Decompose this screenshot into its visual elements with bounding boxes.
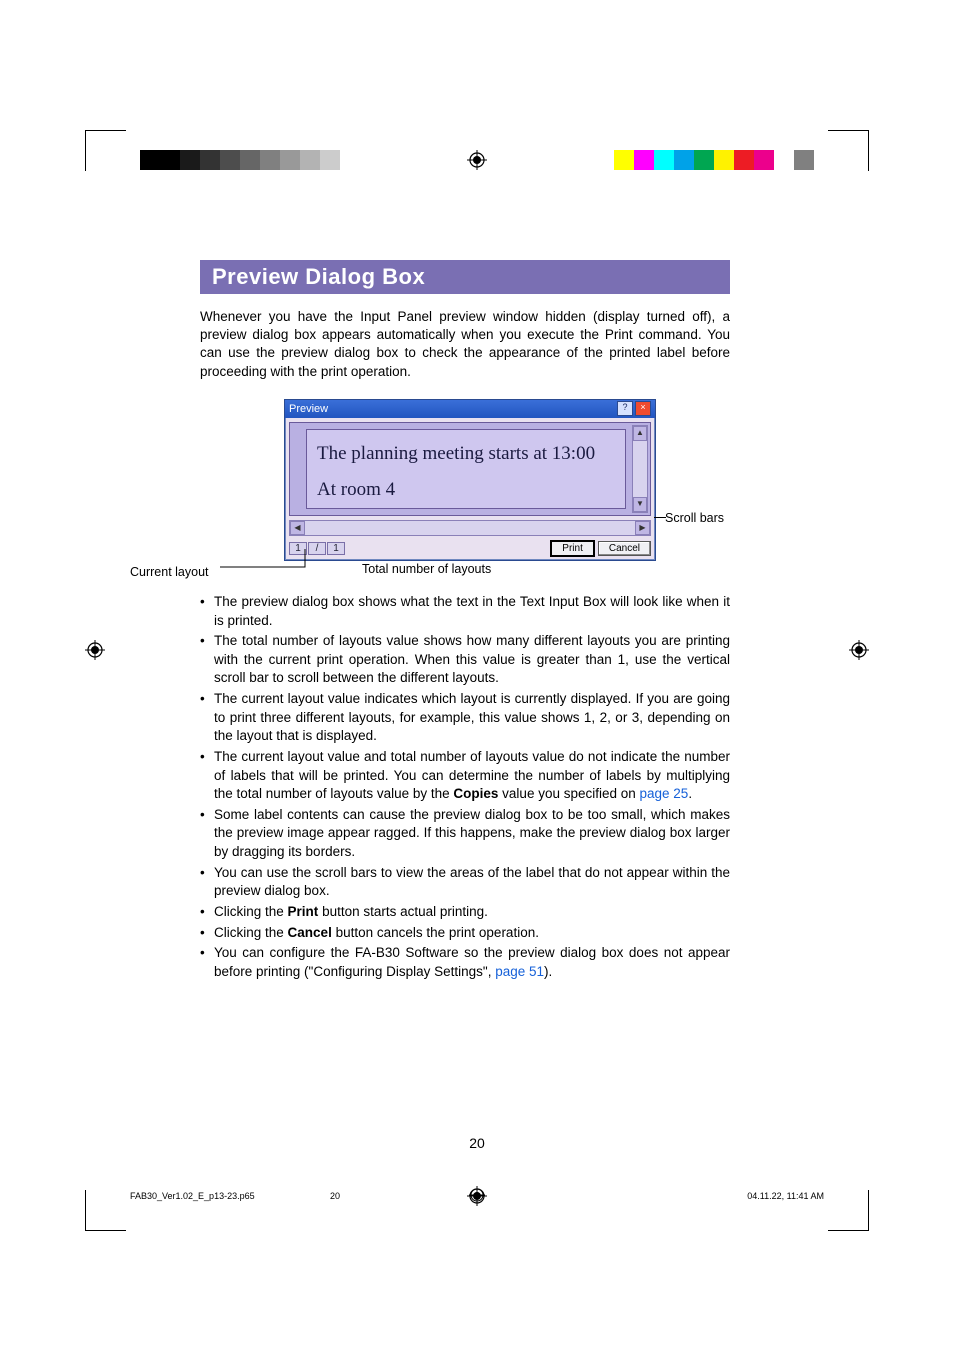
scroll-up-icon[interactable]: ▲ bbox=[633, 426, 647, 441]
crop-mark-top-right bbox=[828, 130, 869, 171]
bullet-item: Some label contents can cause the previe… bbox=[200, 806, 730, 862]
dialog-titlebar[interactable]: Preview ? × bbox=[285, 400, 655, 418]
page-link[interactable]: page 25 bbox=[640, 786, 689, 801]
crop-mark-bottom-left bbox=[85, 1190, 126, 1231]
scroll-down-icon[interactable]: ▼ bbox=[633, 497, 647, 512]
dialog-footer: 1 / 1 Print Cancel bbox=[285, 539, 655, 560]
bullet-item: Clicking the Cancel button cancels the p… bbox=[200, 924, 730, 943]
close-button[interactable]: × bbox=[635, 401, 651, 416]
crop-mark-top-left bbox=[85, 130, 126, 171]
footer-datetime: 04.11.22, 11:41 AM bbox=[747, 1191, 824, 1201]
help-button[interactable]: ? bbox=[617, 401, 633, 416]
print-footer: FAB30_Ver1.02_E_p13-23.p65 20 04.11.22, … bbox=[130, 1191, 824, 1201]
callout-lines bbox=[220, 549, 330, 579]
vertical-scrollbar[interactable]: ▲ ▼ bbox=[632, 425, 648, 513]
label-line-2: At room 4 bbox=[317, 472, 615, 508]
registration-mark-footer-icon bbox=[469, 1187, 485, 1203]
horizontal-scrollbar[interactable]: ◀ ▶ bbox=[289, 520, 651, 536]
footer-page: 20 bbox=[330, 1191, 340, 1201]
print-button[interactable]: Print bbox=[551, 541, 594, 556]
rgb-colorbar bbox=[594, 150, 814, 170]
footer-filename: FAB30_Ver1.02_E_p13-23.p65 bbox=[130, 1191, 255, 1201]
bullet-item: You can use the scroll bars to view the … bbox=[200, 864, 730, 901]
bullet-item: Clicking the Print button starts actual … bbox=[200, 903, 730, 922]
scroll-right-icon[interactable]: ▶ bbox=[635, 521, 650, 535]
label-preview: The planning meeting starts at 13:00 At … bbox=[306, 429, 626, 509]
registration-mark-left bbox=[85, 640, 105, 660]
preview-canvas: The planning meeting starts at 13:00 At … bbox=[289, 422, 651, 516]
page-link[interactable]: page 51 bbox=[495, 964, 544, 979]
callout-total-layouts: Total number of layouts bbox=[362, 562, 491, 576]
bullet-item: The current layout value and total numbe… bbox=[200, 748, 730, 804]
callout-current-layout: Current layout bbox=[130, 565, 209, 579]
callout-scrollbars: Scroll bars bbox=[665, 511, 724, 525]
bullet-item: The total number of layouts value shows … bbox=[200, 632, 730, 688]
label-line-1: The planning meeting starts at 13:00 bbox=[317, 436, 615, 472]
scroll-left-icon[interactable]: ◀ bbox=[290, 521, 305, 535]
crop-mark-bottom-right bbox=[828, 1190, 869, 1231]
registration-mark-top bbox=[467, 150, 487, 170]
registration-mark-right bbox=[849, 640, 869, 660]
cancel-button[interactable]: Cancel bbox=[598, 541, 651, 556]
bullet-list: The preview dialog box shows what the te… bbox=[200, 593, 730, 982]
grayscale-colorbar bbox=[140, 150, 360, 170]
dialog-title: Preview bbox=[289, 403, 328, 415]
bullet-item: The current layout value indicates which… bbox=[200, 690, 730, 746]
preview-dialog-figure: Preview ? × The planning meeting starts … bbox=[200, 399, 730, 579]
page-number: 20 bbox=[0, 1135, 954, 1151]
preview-dialog: Preview ? × The planning meeting starts … bbox=[284, 399, 656, 561]
section-heading: Preview Dialog Box bbox=[200, 260, 730, 294]
intro-paragraph: Whenever you have the Input Panel previe… bbox=[200, 308, 730, 381]
bullet-item: The preview dialog box shows what the te… bbox=[200, 593, 730, 630]
bullet-item: You can configure the FA-B30 Software so… bbox=[200, 944, 730, 981]
